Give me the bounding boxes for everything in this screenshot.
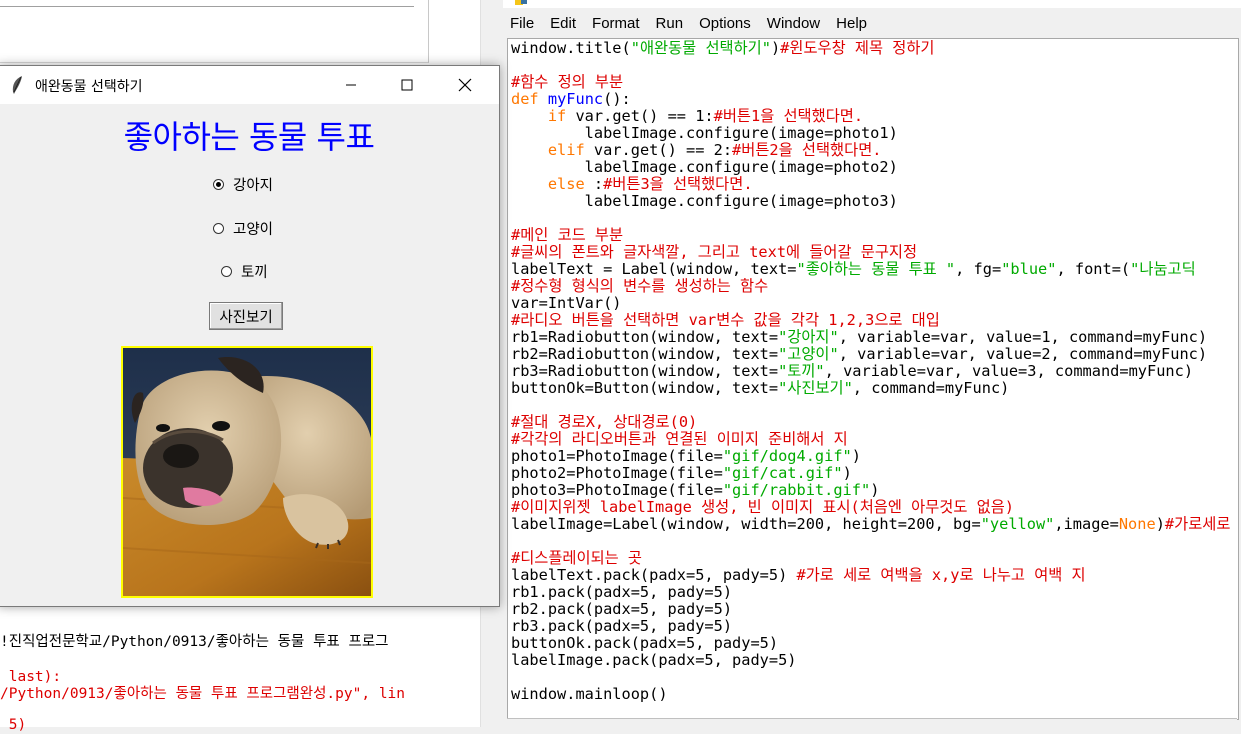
radio-cat-label: 고양이 — [233, 221, 274, 238]
code-line: labelImage.configure(image=photo2) — [511, 158, 898, 176]
code-line: elif var.get() == 2:#버튼2을 선택했다면. — [547, 141, 882, 159]
maximize-button[interactable] — [379, 66, 435, 104]
code-line: photo2=PhotoImage(file="gif/cat.gif") — [511, 464, 852, 482]
photo-label — [121, 346, 373, 598]
code-line: window.title("애완동물 선택하기")#윈도우창 제목 정하기 — [511, 39, 935, 57]
editor-menubar: File Edit Format Run Options Window Help — [503, 10, 1241, 38]
code-line: rb2=Radiobutton(window, text="고양이", vari… — [511, 345, 1208, 363]
radio-cat-indicator[interactable] — [213, 222, 224, 234]
python-file-icon — [515, 0, 527, 5]
radio-dog[interactable]: 강아지 — [213, 173, 273, 195]
code-line: else :#버튼3을 선택했다면. — [547, 175, 753, 193]
radio-rabbit-label: 토끼 — [241, 264, 268, 281]
radio-cat[interactable]: 고양이 — [213, 217, 273, 239]
radio-dog-label: 강아지 — [233, 177, 274, 194]
code-line: def myFunc(): — [511, 90, 631, 108]
code-line: photo1=PhotoImage(file="gif/dog4.gif") — [511, 447, 861, 465]
code-line: buttonOk.pack(padx=5, pady=5) — [511, 634, 779, 652]
code-line: labelImage.pack(padx=5, pady=5) — [511, 651, 797, 669]
code-line: labelImage=Label(window, width=200, heig… — [511, 515, 1231, 533]
menu-window[interactable]: Window — [759, 10, 828, 38]
menu-run[interactable]: Run — [648, 10, 692, 38]
radio-dog-indicator[interactable] — [213, 178, 224, 190]
code-line: rb3.pack(padx=5, pady=5) — [511, 617, 733, 635]
code-line: #절대 경로X, 상대경로(0) — [511, 413, 698, 431]
code-line: photo3=PhotoImage(file="gif/rabbit.gif") — [511, 481, 880, 499]
code-line: buttonOk=Button(window, text="사진보기", com… — [511, 379, 1010, 397]
code-line: var=IntVar() — [511, 294, 622, 312]
code-line: if var.get() == 1:#버튼1을 선택했다면. — [547, 107, 864, 125]
menu-format[interactable]: Format — [584, 10, 648, 38]
menu-edit[interactable]: Edit — [542, 10, 584, 38]
tk-window-title: 애완동물 선택하기 — [35, 79, 143, 95]
shell-input-area[interactable] — [0, 0, 429, 63]
code-line: #글씨의 폰트와 글자색깔, 그리고 text에 들어갈 문구지정 — [511, 243, 918, 261]
code-editor-area[interactable]: window.title("애완동물 선택하기")#윈도우창 제목 정하기 #함수… — [507, 38, 1239, 720]
radio-rabbit[interactable]: 토끼 — [221, 260, 268, 282]
shell-traceback-tail: 5) — [0, 717, 27, 733]
code-line: #함수 정의 부분 — [511, 73, 624, 91]
code-line: #각각의 라디오버튼과 연결된 이미지 준비해서 지 — [511, 430, 848, 448]
minimize-icon — [346, 84, 356, 86]
code-line: #이미지위젯 labelImage 생성, 빈 이미지 표시(처음엔 아무것도 … — [511, 498, 1015, 516]
maximize-icon — [401, 79, 413, 91]
close-icon — [458, 78, 472, 92]
tk-titlebar[interactable]: 애완동물 선택하기 — [0, 66, 499, 104]
show-photo-button[interactable]: 사진보기 — [209, 302, 283, 330]
code-line: rb1=Radiobutton(window, text="강아지", vari… — [511, 328, 1208, 346]
poll-heading: 좋아하는 동물 투표 — [123, 118, 375, 156]
menu-help[interactable]: Help — [828, 10, 875, 38]
minimize-button[interactable] — [323, 66, 379, 104]
tk-app-window: 애완동물 선택하기 좋아하는 동물 투표 강아지 고양이 토끼 사진보기 — [0, 65, 500, 607]
code-line: labelText.pack(padx=5, pady=5) #가로 세로 여백… — [511, 566, 1086, 584]
code-line: #메인 코드 부분 — [511, 226, 624, 244]
code-line: labelText = Label(window, text="좋아하는 동물 … — [511, 260, 1196, 278]
code-line: labelImage.configure(image=photo1) — [511, 124, 898, 142]
shell-traceback-file: /Python/0913/좋아하는 동물 투표 프로그램완성.py", lin — [0, 686, 406, 702]
code-line: #디스플레이되는 곳 — [511, 549, 643, 567]
shell-divider — [0, 6, 414, 7]
tk-feather-icon — [12, 76, 22, 94]
code-line: rb3=Radiobutton(window, text="토끼", varia… — [511, 362, 1194, 380]
shell-traceback-line: last): — [0, 669, 62, 685]
radio-rabbit-indicator[interactable] — [221, 265, 232, 277]
close-button[interactable] — [437, 66, 493, 104]
idle-editor-window: File Edit Format Run Options Window Help… — [503, 0, 1241, 728]
menu-options[interactable]: Options — [691, 10, 759, 38]
pug-photo — [123, 348, 371, 596]
code-line: #정수형 형식의 변수를 생성하는 함수 — [511, 277, 769, 295]
code-line: labelImage.configure(image=photo3) — [511, 192, 898, 210]
code-line: window.mainloop() — [511, 685, 668, 703]
editor-titlebar — [503, 0, 1241, 8]
menu-file[interactable]: File — [503, 10, 542, 38]
code-line: #라디오 버튼을 선택하면 var변수 값을 각각 1,2,3으로 대입 — [511, 311, 940, 329]
shell-output-path: !진직업전문학교/Python/0913/좋아하는 동물 투표 프로그 — [0, 634, 389, 650]
code-line: rb1.pack(padx=5, pady=5) — [511, 583, 733, 601]
code-line: rb2.pack(padx=5, pady=5) — [511, 600, 733, 618]
